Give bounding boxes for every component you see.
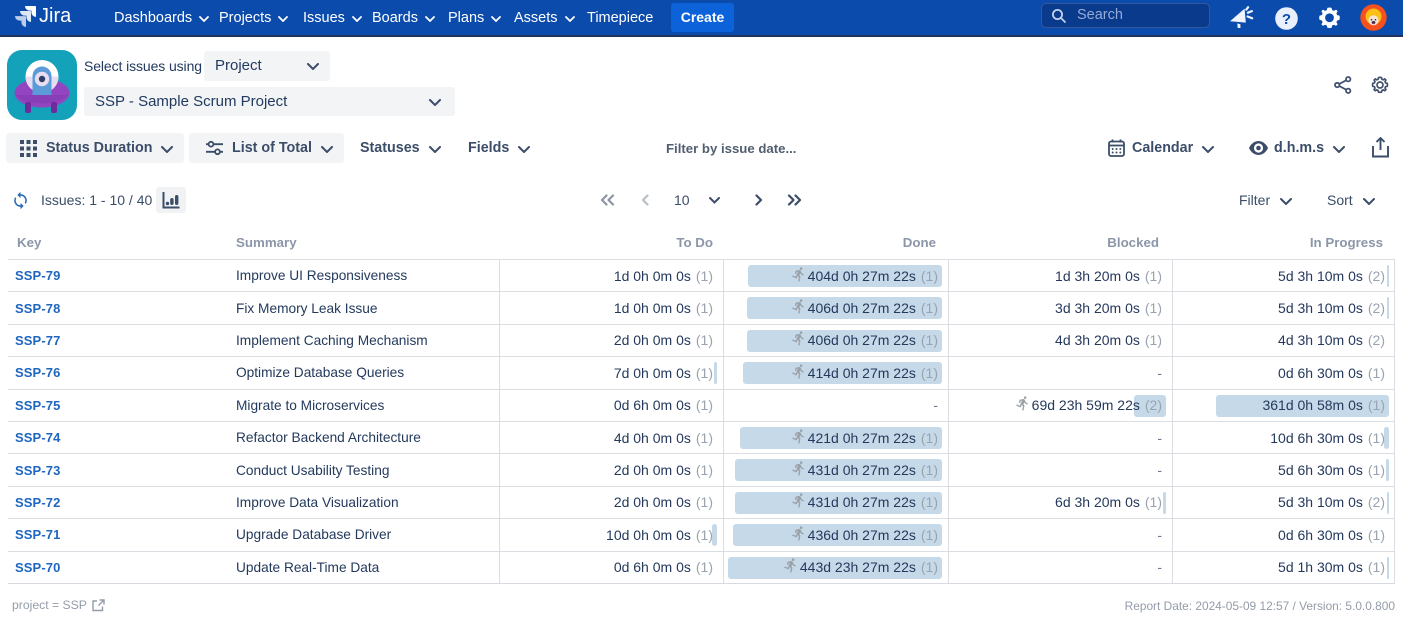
svg-text:?: ? [1282,11,1291,28]
